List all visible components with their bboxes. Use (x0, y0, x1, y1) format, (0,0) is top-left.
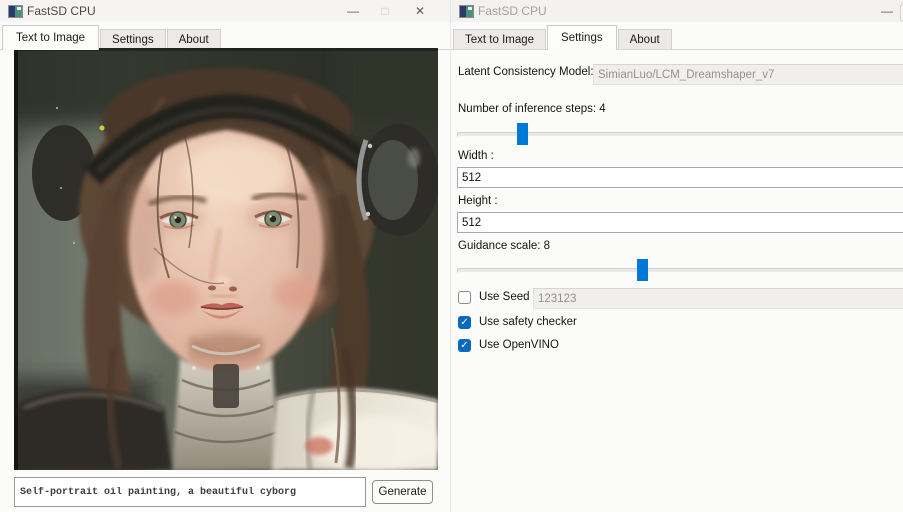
minimize-button[interactable]: — (867, 0, 903, 22)
tab-text-to-image[interactable]: Text to Image (2, 25, 99, 50)
check-icon: ✓ (460, 341, 468, 351)
safety-checker-checkbox[interactable]: ✓ (458, 316, 471, 329)
window-title: FastSD CPU (478, 4, 547, 18)
tab-text-to-image[interactable]: Text to Image (453, 29, 546, 49)
app-icon (8, 5, 23, 18)
prompt-input[interactable] (14, 477, 366, 507)
inference-steps-slider[interactable] (457, 122, 903, 146)
openvino-label[interactable]: Use OpenVINO (479, 339, 559, 351)
guidance-scale-label: Guidance scale: 8 (458, 240, 550, 252)
window-settings: FastSD CPU — Text to Image Settings Abou… (450, 0, 903, 512)
tab-settings[interactable]: Settings (100, 29, 166, 49)
openvino-checkbox[interactable]: ✓ (458, 339, 471, 352)
window-text-to-image: FastSD CPU — □ ✕ Text to Image Settings … (0, 0, 450, 512)
inference-steps-label: Number of inference steps: 4 (458, 103, 606, 115)
guidance-scale-slider[interactable] (457, 258, 903, 282)
generate-button[interactable]: Generate (372, 480, 433, 504)
height-label: Height : (458, 195, 498, 207)
tab-bar: Text to Image Settings About (0, 24, 450, 50)
use-seed-label[interactable]: Use Seed (479, 291, 530, 303)
model-field[interactable]: SimianLuo/LCM_Dreamshaper_v7 (593, 64, 903, 85)
tab-bar: Text to Image Settings About (451, 24, 903, 50)
titlebar[interactable]: FastSD CPU — □ ✕ (0, 0, 450, 22)
slider-track[interactable] (457, 268, 903, 273)
tab-about[interactable]: About (167, 29, 221, 49)
safety-checker-label[interactable]: Use safety checker (479, 316, 577, 328)
maximize-icon: □ (381, 4, 388, 18)
minimize-icon: — (881, 4, 893, 18)
close-button[interactable]: ✕ (399, 0, 441, 22)
window-title: FastSD CPU (27, 4, 96, 18)
maximize-button[interactable]: □ (367, 0, 403, 22)
width-input[interactable] (457, 167, 903, 188)
titlebar[interactable]: FastSD CPU — (451, 0, 903, 22)
tab-about[interactable]: About (618, 29, 672, 49)
height-input[interactable] (457, 212, 903, 233)
width-label: Width : (458, 150, 494, 162)
slider-handle[interactable] (517, 123, 528, 145)
check-icon: ✓ (460, 318, 468, 328)
generated-image (14, 48, 438, 470)
minimize-icon: — (347, 4, 359, 18)
slider-handle[interactable] (637, 259, 648, 281)
use-seed-checkbox[interactable]: ✓ (458, 291, 471, 304)
tab-settings[interactable]: Settings (547, 25, 617, 50)
close-icon: ✕ (415, 4, 425, 18)
seed-input[interactable] (533, 288, 903, 309)
model-label: Latent Consistency Model: (458, 66, 594, 78)
app-icon (459, 5, 474, 18)
